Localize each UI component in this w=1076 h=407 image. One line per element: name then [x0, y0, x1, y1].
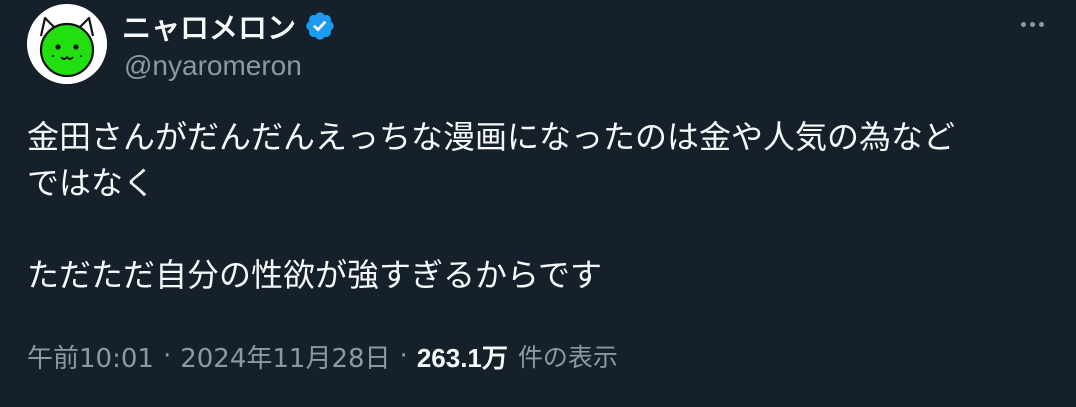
- tweet-time[interactable]: 午前10:01: [27, 338, 154, 375]
- tweet-card: ニャロメロン @nyaromeron 金田さんがだんだんえっちな漫画になったのは…: [0, 0, 1076, 407]
- verified-badge-icon[interactable]: [304, 10, 336, 42]
- display-name[interactable]: ニャロメロン: [122, 5, 296, 47]
- views-label[interactable]: 件の表示: [518, 338, 618, 374]
- tweet-text-line: 金田さんがだんだんえっちな漫画になったのは金や人気の為など: [27, 118, 956, 156]
- tweet-meta: 午前10:01 · 2024年11月28日 · 263.1万 件の表示: [27, 336, 618, 376]
- green-cat-face-icon: [27, 4, 107, 84]
- tweet-text-blank-line: [27, 206, 1037, 252]
- avatar[interactable]: [27, 4, 107, 84]
- more-dot-icon: [1029, 21, 1035, 27]
- views-count[interactable]: 263.1万: [417, 338, 508, 375]
- more-options-button[interactable]: [1012, 10, 1052, 38]
- tweet-text-line: ただただ自分の性欲が強すぎるからです: [27, 256, 603, 294]
- tweet-text: 金田さんがだんだんえっちな漫画になったのは金や人気の為など ではなく ただただ自…: [27, 114, 1037, 298]
- tweet-date[interactable]: 2024年11月28日: [180, 338, 390, 375]
- more-dot-icon: [1020, 21, 1026, 27]
- more-dot-icon: [1038, 21, 1044, 27]
- tweet-text-line: ではなく: [27, 164, 156, 202]
- meta-separator: ·: [399, 341, 408, 371]
- author-name-row: ニャロメロン: [122, 5, 336, 47]
- meta-separator: ·: [162, 341, 172, 371]
- author-handle[interactable]: @nyaromeron: [124, 50, 302, 82]
